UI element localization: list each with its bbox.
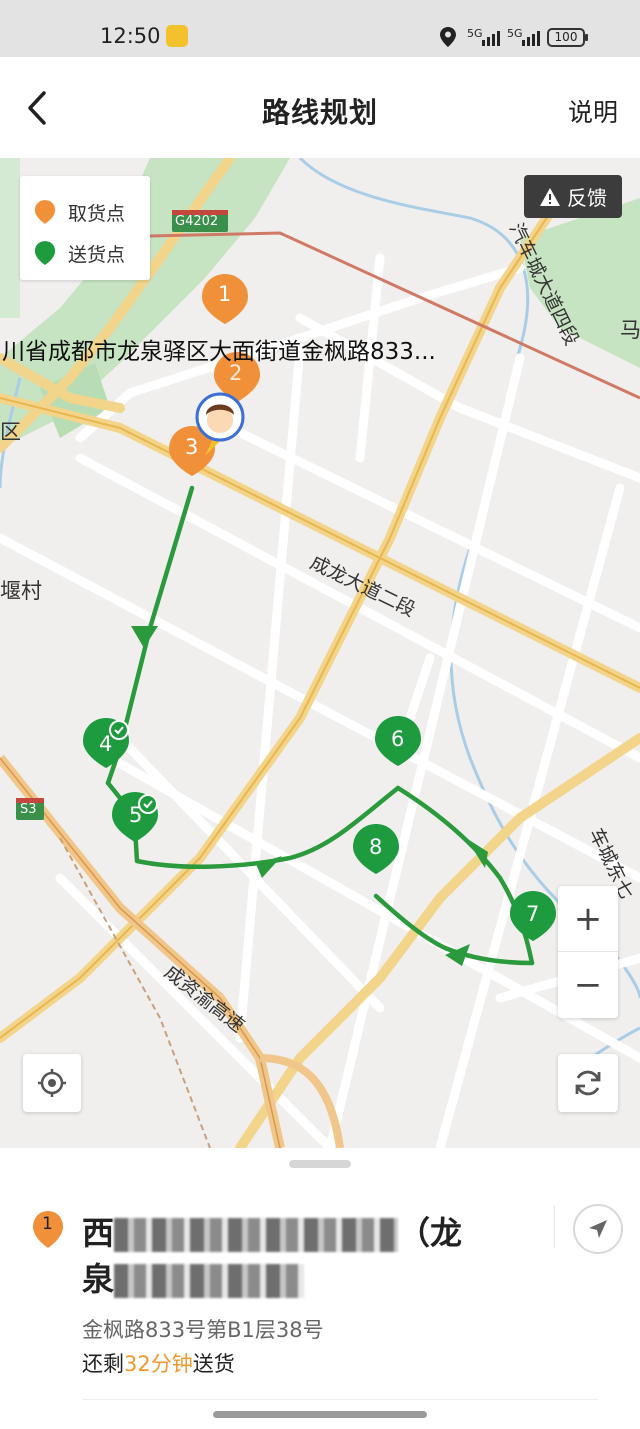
merchant-name-line2: 泉 (82, 1260, 115, 1298)
navigation-arrow-icon (589, 1220, 607, 1238)
help-button[interactable]: 说明 (568, 93, 618, 129)
battery-indicator: 100 (547, 28, 588, 47)
redacted-text-2 (114, 1264, 305, 1298)
status-time: 12:50 (100, 24, 161, 48)
zoom-out-button[interactable]: − (558, 952, 618, 1018)
zoom-in-button[interactable]: + (558, 886, 618, 952)
remaining-prefix: 还剩 (82, 1352, 124, 1376)
redacted-text (114, 1218, 399, 1252)
app-notification-icon (166, 25, 188, 47)
marker-label-5: 5 (129, 803, 143, 827)
route-map[interactable]: G4202 S3 成龙大道二段 汽车城大道四段 成资渝高速 车城东七 堰村 区 … (0, 158, 640, 1148)
signal-label-1: 5G (467, 27, 483, 40)
feedback-label: 反馈 (567, 186, 607, 210)
legend-delivery: 送货点 (34, 238, 125, 268)
merchant-name-start: 西 (82, 1214, 115, 1252)
page-title: 路线规划 (261, 96, 378, 129)
navigate-button[interactable] (573, 1204, 623, 1254)
nav-header: 路线规划 说明 (0, 57, 640, 158)
signal-icon (482, 30, 500, 46)
locate-target-icon (38, 1069, 66, 1097)
vertical-divider (554, 1206, 555, 1248)
marker-label-6: 6 (391, 727, 405, 751)
marker-label-4: 4 (99, 732, 113, 756)
order-sheet[interactable]: 1 西 （龙 泉 金枫路833号第B1层38号 还剩32分钟送货 (0, 1148, 640, 1429)
signal-label-2: 5G (507, 27, 523, 40)
home-indicator[interactable] (213, 1411, 427, 1418)
legend-pickup: 取货点 (34, 197, 125, 227)
marker-label-7: 7 (526, 902, 540, 926)
remaining-time: 还剩32分钟送货 (82, 1348, 235, 1378)
refresh-icon (575, 1070, 601, 1096)
zoom-controls: + − (558, 886, 618, 1018)
marker-label-8: 8 (369, 835, 383, 859)
marker-label-3: 3 (185, 435, 199, 459)
remaining-time-value: 32分钟 (124, 1352, 193, 1376)
route-markers (83, 274, 556, 941)
warning-icon (540, 187, 560, 206)
order-index-label: 1 (42, 1214, 53, 1234)
signal-icon-2 (522, 30, 540, 46)
address-callout: 川省成都市龙泉驿区大面街道金枫路833... (2, 339, 436, 365)
feedback-button[interactable]: 反馈 (524, 175, 622, 218)
pickup-address: 金枫路833号第B1层38号 (82, 1318, 324, 1342)
map-legend: 取货点 送货点 (20, 176, 150, 280)
horizontal-divider (82, 1399, 598, 1400)
merchant-name-branch: （龙 (398, 1214, 463, 1252)
location-icon (440, 27, 456, 47)
status-bar: 12:50 5G 5G 100 (0, 0, 640, 57)
remaining-suffix: 送货 (192, 1352, 235, 1376)
locate-button[interactable] (23, 1054, 81, 1112)
refresh-button[interactable] (558, 1054, 618, 1112)
delivery-pin-icon (34, 241, 56, 265)
legend-delivery-label: 送货点 (68, 243, 126, 266)
sheet-drag-handle[interactable] (289, 1160, 351, 1168)
pickup-pin-icon (34, 200, 56, 224)
merchant-name: 西 （龙 泉 (82, 1210, 542, 1302)
legend-pickup-label: 取货点 (68, 202, 126, 225)
marker-label-1: 1 (218, 282, 232, 306)
